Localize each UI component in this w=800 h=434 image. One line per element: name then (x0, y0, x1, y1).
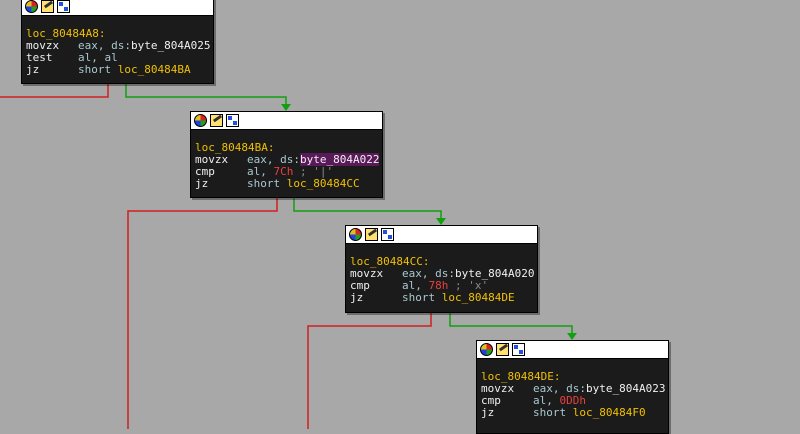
operand: short (247, 177, 287, 190)
edge-true-3 (449, 312, 573, 335)
rename-icon[interactable] (41, 0, 54, 13)
node-header (191, 112, 382, 130)
node-header (477, 341, 668, 359)
graph-view-icon[interactable] (512, 343, 525, 356)
code-block-loc-80484a8[interactable]: loc_80484A8: movzx eax, ds:byte_804A025 t… (21, 0, 214, 84)
rename-icon[interactable] (496, 343, 509, 356)
edge-true-1 (125, 83, 287, 106)
mnemonic: jz (195, 177, 209, 190)
operand: short (402, 291, 442, 304)
mnemonic: jz (350, 291, 364, 304)
symbol[interactable]: byte_804A023 (586, 382, 665, 395)
rename-icon[interactable] (210, 114, 223, 127)
color-picker-icon[interactable] (480, 343, 493, 356)
code-block-loc-80484ba[interactable]: loc_80484BA: movzx eax, ds:byte_804A022 c… (190, 111, 383, 198)
rename-icon[interactable] (365, 228, 378, 241)
mnemonic: jz (481, 406, 495, 419)
instruction-line[interactable]: jz short loc_80484DE (350, 292, 533, 304)
edge-false-3 (307, 312, 432, 429)
graph-view-icon[interactable] (226, 114, 239, 127)
color-picker-icon[interactable] (194, 114, 207, 127)
edge-false-2 (127, 197, 278, 429)
color-picker-icon[interactable] (349, 228, 362, 241)
jump-target[interactable]: loc_80484DE (442, 291, 515, 304)
jump-target[interactable]: loc_80484BA (118, 63, 191, 76)
edge-false-1 (0, 83, 109, 98)
instruction-line[interactable]: jz short loc_80484BA (26, 64, 209, 76)
code-block-loc-80484cc[interactable]: loc_80484CC: movzx eax, ds:byte_804A020 c… (345, 225, 538, 313)
graph-view-icon[interactable] (381, 228, 394, 241)
instruction-line[interactable]: jz short loc_80484F0 (481, 407, 664, 419)
edge-true-2-arrow (436, 218, 446, 225)
color-picker-icon[interactable] (25, 0, 38, 13)
mnemonic: jz (26, 63, 40, 76)
instruction-line[interactable]: jz short loc_80484CC (195, 178, 378, 190)
node-header (22, 0, 213, 16)
edge-true-3-arrow (567, 333, 577, 340)
graph-view-icon[interactable] (57, 0, 70, 13)
symbol[interactable]: byte_804A025 (131, 39, 210, 52)
edge-true-2 (293, 197, 442, 220)
operand: short (78, 63, 118, 76)
jump-target[interactable]: loc_80484F0 (573, 406, 646, 419)
jump-target[interactable]: loc_80484CC (287, 177, 360, 190)
edge-true-1-arrow (281, 104, 291, 111)
operand: short (533, 406, 573, 419)
node-header (346, 226, 537, 244)
code-block-loc-80484de[interactable]: loc_80484DE: movzx eax, ds:byte_804A023 c… (476, 340, 669, 434)
